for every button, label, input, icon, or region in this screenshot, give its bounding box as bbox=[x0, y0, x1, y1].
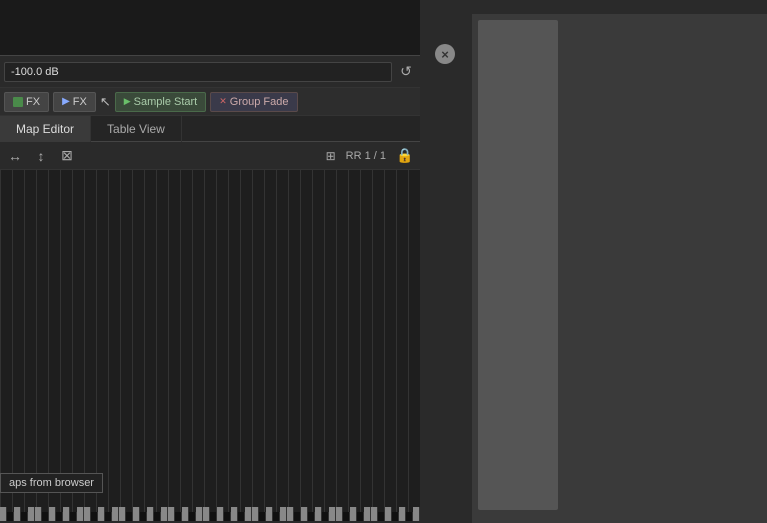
fx1-label: FX bbox=[26, 96, 40, 108]
piano-key bbox=[98, 507, 105, 521]
piano-key bbox=[28, 507, 35, 521]
fx2-label: FX bbox=[73, 96, 87, 108]
piano-key bbox=[0, 507, 7, 521]
tooltip-text: aps from browser bbox=[9, 477, 94, 489]
piano-key bbox=[196, 507, 203, 521]
map-area[interactable]: aps from browser bbox=[0, 170, 420, 521]
piano-key bbox=[273, 512, 280, 521]
sample-start-label: Sample Start bbox=[134, 96, 198, 108]
piano-key bbox=[168, 507, 175, 521]
tooltip: aps from browser bbox=[0, 473, 103, 493]
piano-key bbox=[49, 507, 56, 521]
piano-key bbox=[315, 507, 322, 521]
piano-key bbox=[413, 507, 420, 521]
piano-key bbox=[133, 507, 140, 521]
piano-key bbox=[378, 512, 385, 521]
piano-key bbox=[392, 512, 399, 521]
piano-key bbox=[189, 512, 196, 521]
piano-key bbox=[336, 507, 343, 521]
right-panel-inner bbox=[478, 20, 558, 510]
fx-row: FX ▶ FX ↖ Sample Start Group Fade bbox=[0, 88, 420, 116]
piano-key bbox=[364, 507, 371, 521]
tool-resize-button[interactable]: ↕ bbox=[30, 146, 52, 166]
tab-table-view-label: Table View bbox=[107, 122, 165, 136]
piano-key bbox=[406, 512, 413, 521]
piano-key bbox=[252, 507, 259, 521]
tab-map-editor[interactable]: Map Editor bbox=[0, 116, 91, 142]
fx1-button[interactable]: FX bbox=[4, 92, 49, 112]
tab-table-view[interactable]: Table View bbox=[91, 116, 182, 142]
group-fade-label: Group Fade bbox=[230, 96, 289, 108]
reset-button[interactable]: ↺ bbox=[396, 62, 416, 82]
volume-value: -100.0 dB bbox=[11, 66, 59, 78]
piano-key bbox=[350, 507, 357, 521]
piano-key bbox=[203, 507, 210, 521]
grid-button[interactable]: ⊞ bbox=[320, 146, 342, 166]
lock-button[interactable]: 🔒 bbox=[394, 146, 416, 166]
piano-key bbox=[343, 512, 350, 521]
piano-key bbox=[42, 512, 49, 521]
piano-key bbox=[399, 507, 406, 521]
piano-key bbox=[224, 512, 231, 521]
tab-map-editor-label: Map Editor bbox=[16, 122, 74, 136]
tab-row: Map Editor Table View bbox=[0, 116, 420, 142]
fx1-indicator bbox=[13, 97, 23, 107]
piano-key bbox=[245, 507, 252, 521]
piano-key bbox=[112, 507, 119, 521]
piano-key bbox=[210, 512, 217, 521]
sample-start-button[interactable]: Sample Start bbox=[115, 92, 207, 112]
piano-key bbox=[147, 507, 154, 521]
fx2-button[interactable]: ▶ FX bbox=[53, 92, 96, 112]
tool-move-button[interactable]: ↔ bbox=[4, 146, 26, 166]
piano-key bbox=[238, 512, 245, 521]
piano-keys-row bbox=[0, 507, 420, 521]
volume-bar[interactable]: -100.0 dB bbox=[4, 62, 392, 82]
piano-key bbox=[308, 512, 315, 521]
piano-key bbox=[175, 512, 182, 521]
piano-key bbox=[126, 512, 133, 521]
piano-key bbox=[56, 512, 63, 521]
piano-key bbox=[63, 507, 70, 521]
top-area bbox=[0, 0, 420, 55]
piano-key bbox=[105, 512, 112, 521]
piano-key bbox=[91, 512, 98, 521]
piano-key bbox=[294, 512, 301, 521]
piano-key bbox=[371, 507, 378, 521]
piano-key bbox=[154, 512, 161, 521]
editor-panel: -100.0 dB ↺ FX ▶ FX ↖ Sample Start Group… bbox=[0, 55, 420, 520]
close-button[interactable]: × bbox=[435, 44, 455, 64]
piano-key bbox=[301, 507, 308, 521]
piano-key bbox=[140, 512, 147, 521]
piano-key bbox=[231, 507, 238, 521]
piano-key bbox=[161, 507, 168, 521]
piano-key bbox=[287, 507, 294, 521]
piano-key bbox=[7, 512, 14, 521]
piano-key bbox=[21, 512, 28, 521]
piano-key bbox=[14, 507, 21, 521]
fx2-icon: ▶ bbox=[62, 96, 70, 107]
right-panel bbox=[472, 14, 767, 523]
piano-key bbox=[322, 512, 329, 521]
volume-row: -100.0 dB ↺ bbox=[0, 56, 420, 88]
toolbar-row: ↔ ↕ ⊠ ⊞ RR 1 / 1 🔒 bbox=[0, 142, 420, 170]
piano-key bbox=[280, 507, 287, 521]
rr-label: RR 1 / 1 bbox=[346, 150, 386, 162]
piano-key bbox=[119, 507, 126, 521]
cursor-indicator: ↖ bbox=[100, 94, 111, 110]
piano-key bbox=[357, 512, 364, 521]
piano-key bbox=[259, 512, 266, 521]
piano-key bbox=[35, 507, 42, 521]
grid-lines bbox=[0, 170, 420, 521]
piano-key bbox=[70, 512, 77, 521]
piano-key bbox=[77, 507, 84, 521]
piano-key bbox=[182, 507, 189, 521]
tool-select-button[interactable]: ⊠ bbox=[56, 146, 78, 166]
piano-key bbox=[266, 507, 273, 521]
piano-key bbox=[385, 507, 392, 521]
piano-key bbox=[84, 507, 91, 521]
piano-key bbox=[329, 507, 336, 521]
piano-key bbox=[217, 507, 224, 521]
group-fade-button[interactable]: Group Fade bbox=[210, 92, 297, 112]
